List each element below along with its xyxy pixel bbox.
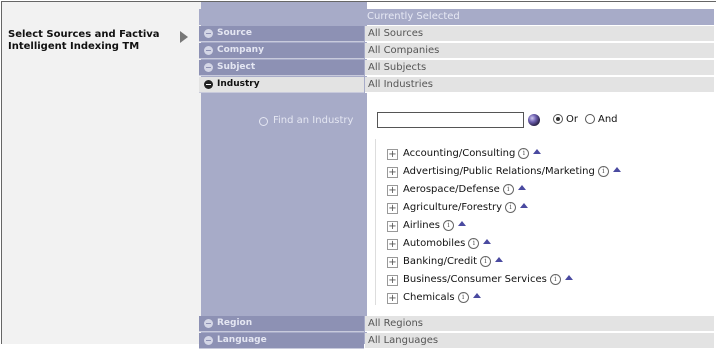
category-row-language[interactable]: Language All Languages xyxy=(199,333,714,349)
industry-name[interactable]: Airlines xyxy=(403,220,440,231)
plus-box-icon[interactable]: + xyxy=(387,239,398,250)
triangle-up-icon[interactable] xyxy=(517,185,526,190)
info-icon[interactable]: i xyxy=(502,184,514,195)
info-icon[interactable]: i xyxy=(518,148,530,159)
category-value-text: All Regions xyxy=(368,318,424,329)
category-row-industry[interactable]: Industry All Industries xyxy=(199,77,714,93)
category-value-text: All Languages xyxy=(368,335,439,346)
industry-name[interactable]: Aerospace/Defense xyxy=(403,184,500,195)
plus-box-icon[interactable]: + xyxy=(387,257,398,268)
category-row-source[interactable]: Source All Sources xyxy=(199,26,714,42)
industry-name[interactable]: Automobiles xyxy=(403,238,465,249)
category-value-text: All Subjects xyxy=(368,62,427,73)
plus-box-icon[interactable]: + xyxy=(387,221,398,232)
info-icon[interactable]: i xyxy=(457,292,469,303)
category-language-button[interactable]: Language xyxy=(199,333,364,349)
plus-circle-icon xyxy=(204,46,213,55)
triangle-up-icon[interactable] xyxy=(472,293,481,298)
category-value: All Subjects xyxy=(365,60,714,76)
category-label: Company xyxy=(217,45,264,55)
category-region-button[interactable]: Region xyxy=(199,316,364,332)
section-title: Select Sources and Factiva Intelligent I… xyxy=(8,29,160,52)
plus-circle-icon xyxy=(204,63,213,72)
industry-name[interactable]: Advertising/Public Relations/Marketing xyxy=(403,166,595,177)
pointer-arrow-icon xyxy=(180,31,188,43)
category-industry-button[interactable]: Industry xyxy=(199,77,364,93)
category-label: Region xyxy=(217,318,253,328)
category-value-text: All Industries xyxy=(368,79,433,90)
info-icon[interactable]: i xyxy=(468,238,480,249)
go-orb-icon[interactable] xyxy=(528,114,540,126)
currently-selected-header: Currently Selected xyxy=(199,9,714,25)
or-label: Or xyxy=(566,114,578,125)
triangle-up-icon[interactable] xyxy=(458,221,466,226)
find-industry-input[interactable] xyxy=(377,112,524,128)
plus-box-icon[interactable]: + xyxy=(387,185,398,196)
category-value: All Industries xyxy=(365,77,714,93)
minus-circle-icon xyxy=(204,80,213,89)
info-icon[interactable]: i xyxy=(505,202,517,213)
category-row-subject[interactable]: Subject All Subjects xyxy=(199,60,714,76)
industry-tree: + Accounting/Consulting i + Advertising/P… xyxy=(375,139,715,305)
category-value: All Languages xyxy=(365,333,714,349)
category-value: All Regions xyxy=(365,316,714,332)
plus-box-icon[interactable]: + xyxy=(387,203,398,214)
triangle-up-icon[interactable] xyxy=(533,149,542,154)
plus-circle-icon xyxy=(204,29,213,38)
category-company-button[interactable]: Company xyxy=(199,43,364,59)
industry-name[interactable]: Accounting/Consulting xyxy=(403,148,515,159)
category-row-region[interactable]: Region All Regions xyxy=(199,316,714,332)
category-label: Subject xyxy=(217,62,256,72)
info-icon[interactable]: i xyxy=(549,274,561,285)
plus-box-icon[interactable]: + xyxy=(387,167,398,178)
triangle-up-icon[interactable] xyxy=(564,275,573,280)
category-value: All Companies xyxy=(365,43,714,59)
plus-circle-icon xyxy=(204,336,213,345)
category-value-text: All Companies xyxy=(368,45,440,56)
magnifier-icon xyxy=(259,117,268,126)
category-label: Language xyxy=(217,335,267,345)
or-radio[interactable] xyxy=(553,114,563,124)
and-radio[interactable] xyxy=(585,114,595,124)
triangle-up-icon[interactable] xyxy=(520,203,529,208)
info-icon[interactable]: i xyxy=(443,220,454,231)
plus-box-icon[interactable]: + xyxy=(387,293,398,304)
info-icon[interactable]: i xyxy=(597,166,609,177)
triangle-up-icon[interactable] xyxy=(495,257,504,262)
plus-circle-icon xyxy=(204,319,213,328)
category-label: Industry xyxy=(217,79,260,89)
left-panel: Select Sources and Factiva Intelligent I… xyxy=(2,2,201,344)
and-label: And xyxy=(598,114,618,125)
industry-name[interactable]: Business/Consumer Services xyxy=(403,274,547,285)
industry-name[interactable]: Chemicals xyxy=(403,292,455,303)
category-row-company[interactable]: Company All Companies xyxy=(199,43,714,59)
industry-name[interactable]: Agriculture/Forestry xyxy=(403,202,502,213)
category-source-button[interactable]: Source xyxy=(199,26,364,42)
plus-box-icon[interactable]: + xyxy=(387,275,398,286)
category-value: All Sources xyxy=(365,26,714,42)
category-label: Source xyxy=(217,28,252,38)
find-industry-label: Find an Industry xyxy=(273,115,354,126)
industry-name[interactable]: Banking/Credit xyxy=(403,256,477,267)
category-subject-button[interactable]: Subject xyxy=(199,60,364,76)
triangle-up-icon[interactable] xyxy=(612,167,621,172)
info-icon[interactable]: i xyxy=(480,256,492,267)
currently-selected-label: Currently Selected xyxy=(367,11,460,22)
category-value-text: All Sources xyxy=(368,28,424,39)
triangle-up-icon[interactable] xyxy=(483,239,492,244)
plus-box-icon[interactable]: + xyxy=(387,149,398,160)
